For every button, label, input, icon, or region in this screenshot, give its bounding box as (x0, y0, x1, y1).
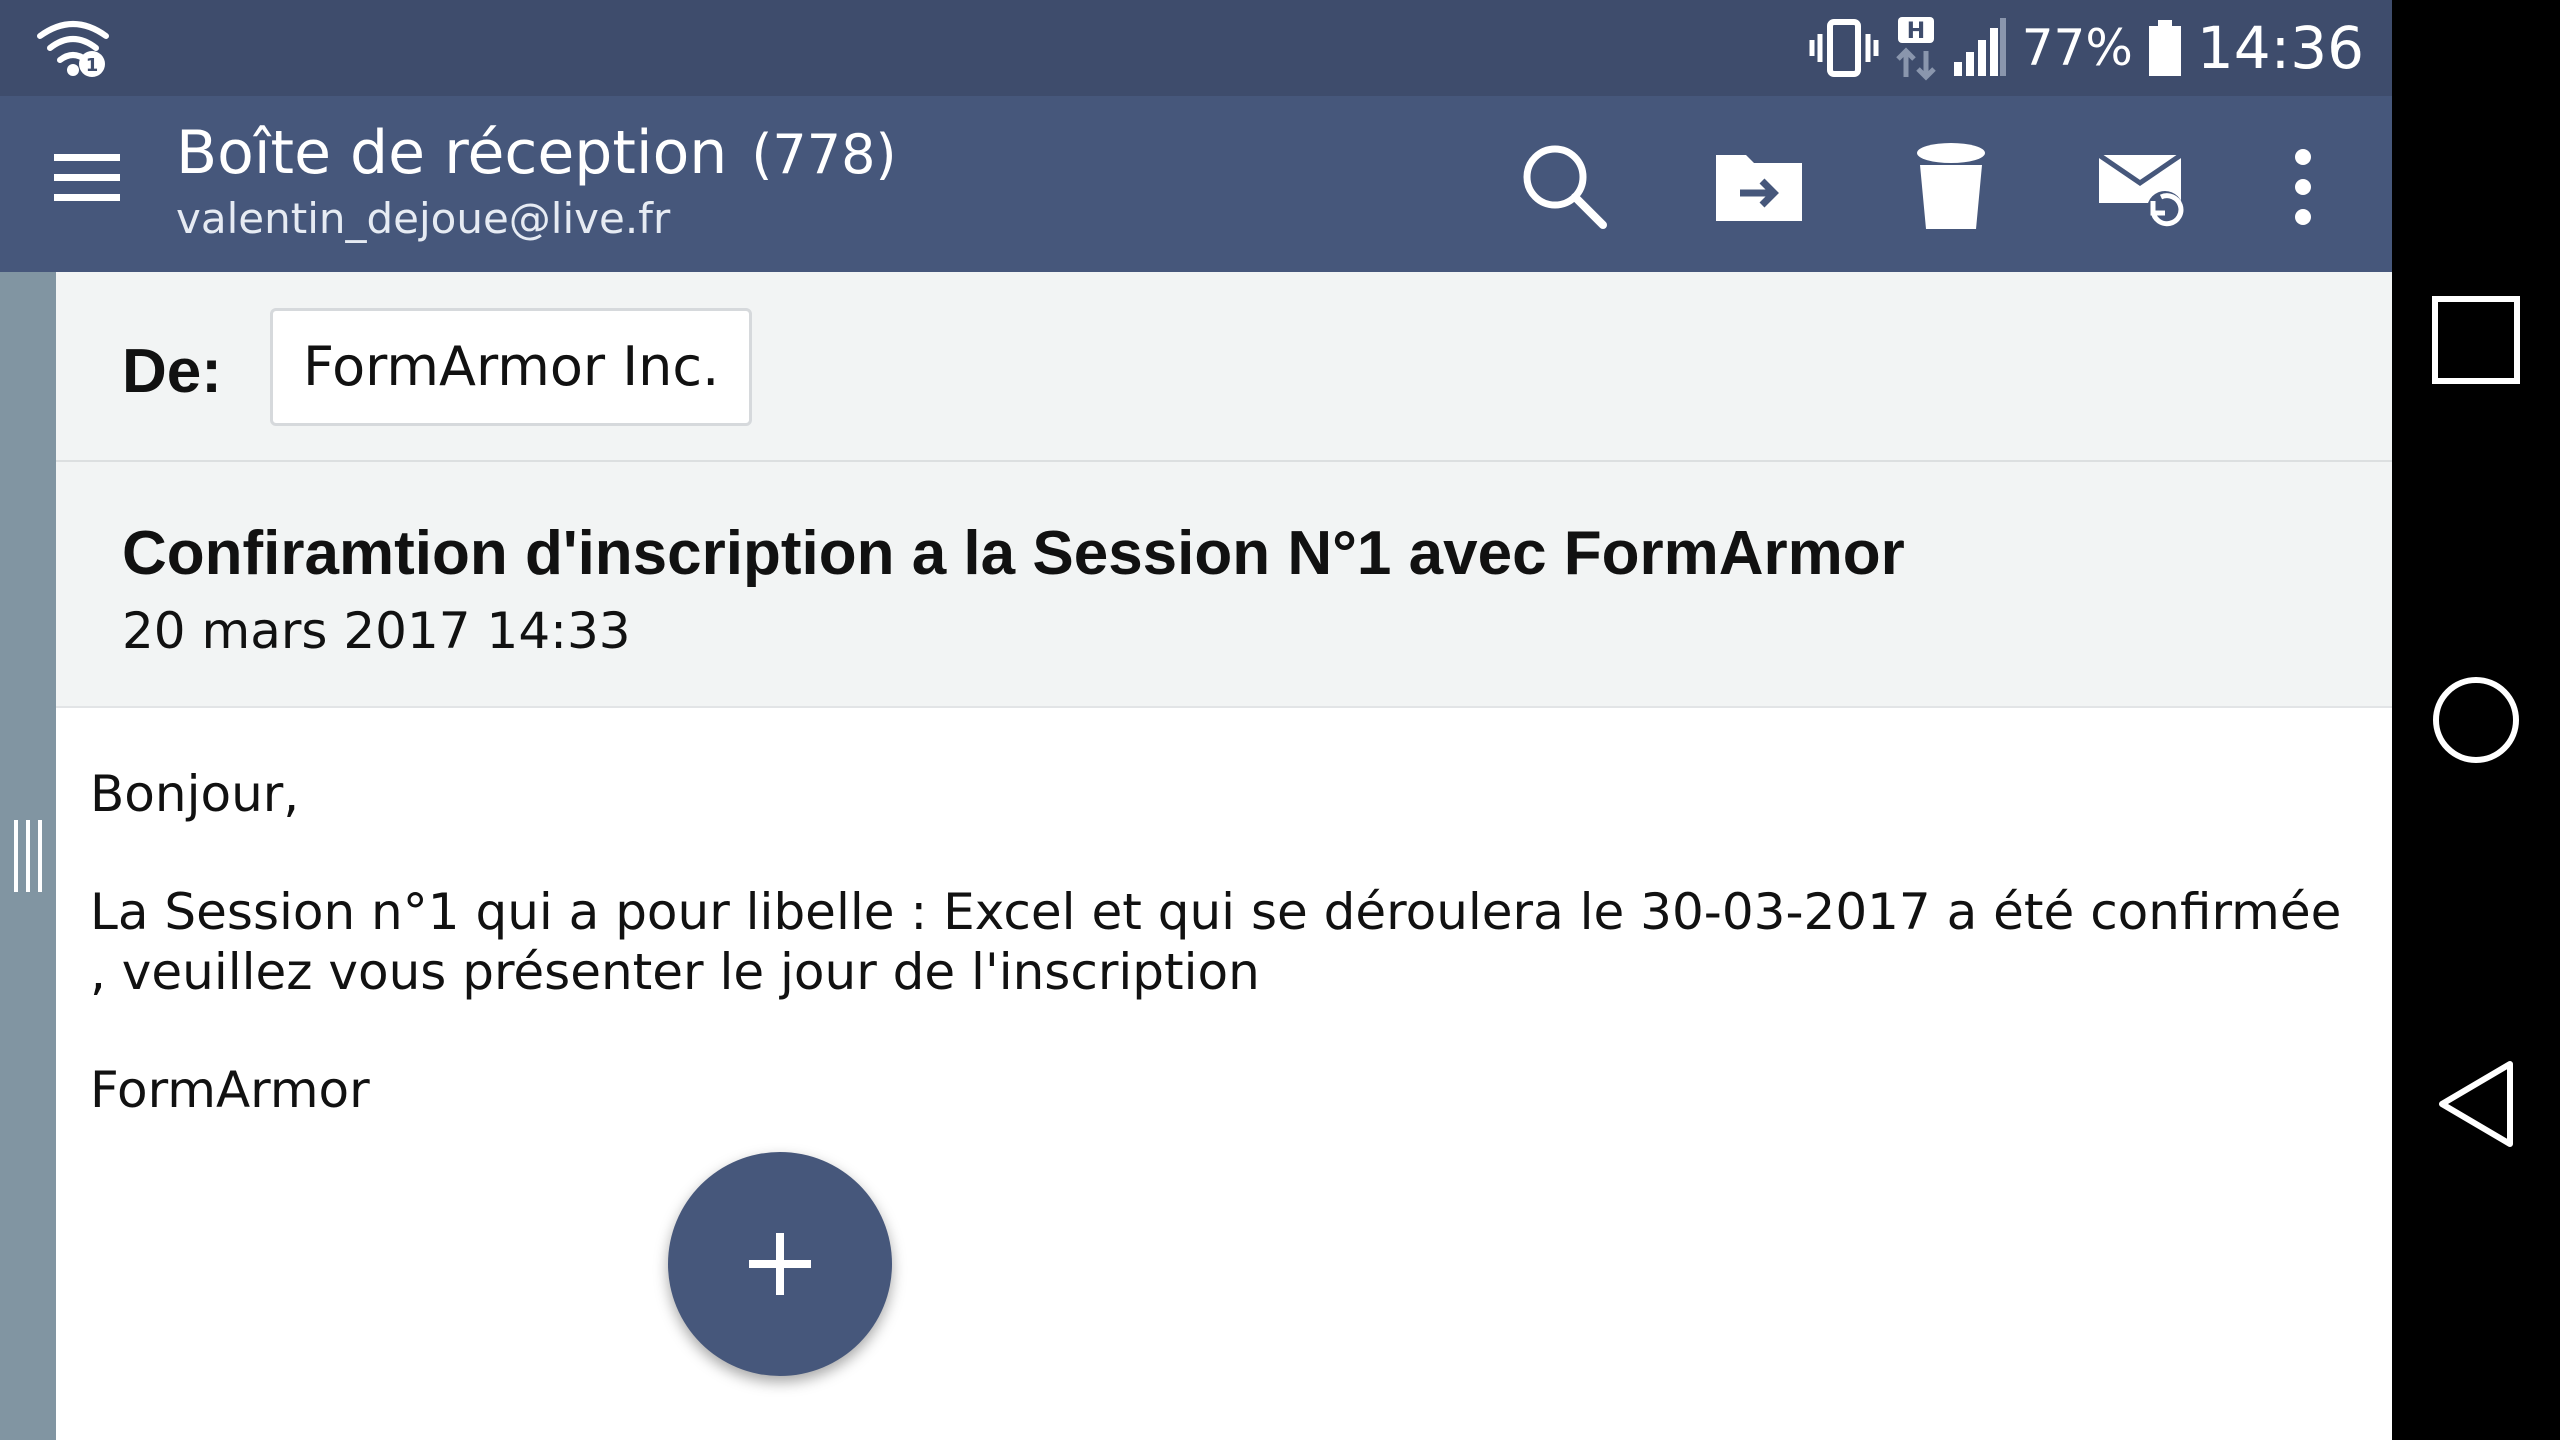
drag-grip-icon (14, 820, 42, 892)
delete-button[interactable] (1896, 132, 2006, 242)
message-subject: Confiramtion d'inscription a la Session … (122, 519, 1905, 588)
body-signature: FormArmor (90, 1061, 370, 1119)
overflow-menu-button[interactable] (2248, 132, 2358, 242)
mark-unread-icon (2097, 152, 2184, 227)
folder-title-block: Boîte de réception (778) valentin_dejoue… (176, 118, 897, 243)
subject-block: Confiramtion d'inscription a la Session … (56, 462, 2392, 708)
battery-percent: 77% (2021, 19, 2133, 77)
drawer-handle[interactable] (0, 272, 56, 1440)
back-icon (2439, 1061, 2513, 1147)
menu-icon (54, 154, 120, 201)
delete-icon (1917, 143, 1985, 229)
vibrate-icon (1809, 19, 1879, 77)
status-bar: 1 H 77% 14:36 (0, 0, 2392, 96)
search-button[interactable] (1510, 132, 1620, 242)
message-body: Bonjour, La Session n°1 qui a pour libel… (90, 764, 2360, 1178)
body-paragraph: La Session n°1 qui a pour libelle : Exce… (90, 883, 2342, 1001)
clock: 14:36 (2196, 14, 2364, 82)
svg-text:1: 1 (86, 55, 99, 76)
back-button[interactable] (2426, 1054, 2526, 1154)
wifi-icon: 1 (37, 21, 109, 77)
sender-chip[interactable]: FormArmor Inc. (270, 308, 753, 426)
from-label: De: (122, 337, 222, 406)
body-greeting: Bonjour, (90, 765, 300, 823)
message-date: 20 mars 2017 14:33 (122, 602, 631, 660)
signal-icon (1953, 18, 2006, 76)
mark-unread-button[interactable] (2088, 132, 2198, 242)
move-button[interactable] (1704, 132, 1814, 242)
move-folder-icon (1716, 155, 1802, 221)
unread-count: (778) (751, 123, 897, 186)
battery-icon (2148, 20, 2181, 76)
recents-icon (2432, 296, 2520, 384)
compose-fab[interactable] (668, 1152, 892, 1376)
sender-row: De: FormArmor Inc. (56, 272, 2392, 462)
recents-button[interactable] (2426, 290, 2526, 390)
search-icon (1523, 145, 1607, 229)
home-button[interactable] (2426, 670, 2526, 770)
home-icon (2433, 677, 2519, 763)
plus-icon (749, 1233, 811, 1295)
folder-title: Boîte de réception (176, 118, 728, 188)
status-icons: H 77% 14:36 (1808, 0, 2364, 96)
menu-button[interactable] (40, 152, 136, 224)
email-app-screen: 1 H 77% 14:36 Boîte de réception (778) v… (0, 0, 2392, 1440)
navigation-bar (2392, 0, 2560, 1440)
app-bar: Boîte de réception (778) valentin_dejoue… (0, 96, 2392, 272)
overflow-icon (2295, 149, 2311, 225)
svg-text:H: H (1906, 19, 1924, 44)
account-email: valentin_dejoue@live.fr (176, 194, 671, 243)
hplus-data-icon: H (1895, 17, 1936, 81)
